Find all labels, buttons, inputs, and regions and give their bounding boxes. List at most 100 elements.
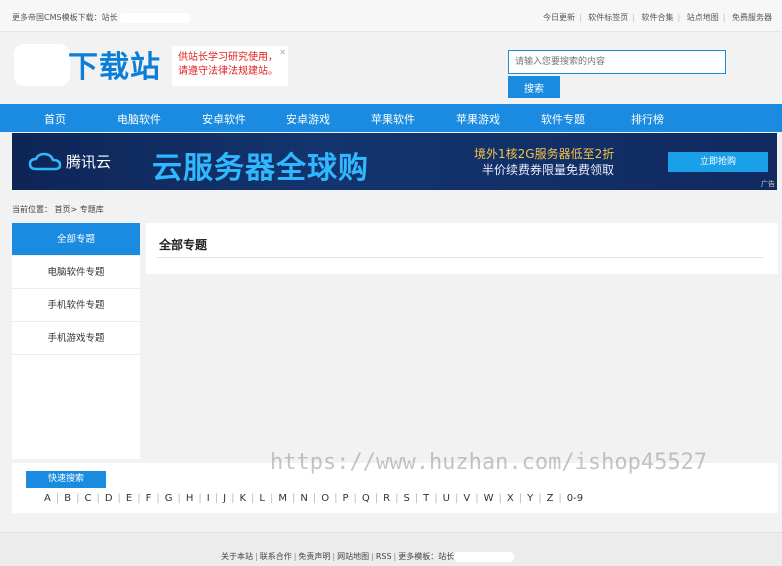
cms-download-link[interactable]: 更多帝国CMS模板下载：站长 — [12, 13, 118, 22]
letter-separator: | — [454, 493, 459, 504]
main-nav: 首页 电脑软件 安卓软件 安卓游戏 苹果软件 苹果游戏 软件专题 排行榜 — [0, 104, 782, 132]
close-icon[interactable]: ✕ — [279, 46, 286, 60]
letter-link[interactable]: I — [207, 493, 210, 504]
letter-separator: | — [538, 493, 542, 504]
letter-separator: | — [353, 493, 357, 504]
letter-separator: | — [214, 493, 219, 504]
ad-banner[interactable]: 腾讯云 云服务器全球购 境外1核2G服务器低至2折 半价续费券限量免费领取 立即… — [12, 133, 777, 190]
letter-link[interactable]: G — [165, 493, 173, 504]
letter-separator: | — [156, 493, 160, 504]
notice-box: ✕ 供站长学习研究使用， 请遵守法律法规建站。 — [172, 46, 288, 86]
letter-separator: | — [137, 493, 141, 504]
logo-blurred-region — [14, 44, 70, 86]
footer-link-about[interactable]: 关于本站 — [221, 552, 253, 561]
letter-link[interactable]: C — [84, 493, 91, 504]
content-panel: 全部专题 — [146, 223, 778, 274]
nav-software-topics[interactable]: 软件专题 — [541, 111, 585, 127]
notice-line-1: 供站长学习研究使用， — [178, 52, 278, 63]
letter-separator: | — [395, 493, 399, 504]
top-bar-links: 今日更新 | 软件标签页 | 软件合集 | 站点地图 | 免费服务器 — [543, 13, 772, 22]
nav-apple-games[interactable]: 苹果游戏 — [456, 111, 500, 127]
divider — [156, 257, 764, 258]
letter-separator: | — [334, 493, 338, 504]
banner-buy-button[interactable]: 立即抢购 — [668, 152, 768, 172]
letter-link[interactable]: U — [443, 493, 450, 504]
nav-home[interactable]: 首页 — [44, 111, 66, 127]
letter-link[interactable]: H — [186, 493, 194, 504]
letter-link[interactable]: E — [126, 493, 132, 504]
top-link-collections[interactable]: 软件合集 — [642, 13, 674, 22]
watermark: https://www.huzhan.com/ishop45527 — [270, 450, 708, 475]
letter-link[interactable]: F — [146, 493, 152, 504]
blurred-region — [119, 12, 190, 23]
letter-link[interactable]: T — [423, 493, 429, 504]
letter-link[interactable]: K — [239, 493, 246, 504]
letter-link[interactable]: A — [44, 493, 51, 504]
letter-link[interactable]: O — [321, 493, 329, 504]
sidebar-item-mobile-software-topics[interactable]: 手机软件专题 — [12, 289, 140, 322]
letter-link[interactable]: Z — [547, 493, 554, 504]
letter-link[interactable]: J — [223, 493, 226, 504]
site-logo[interactable]: 下载站 — [68, 42, 161, 86]
banner-subline-1: 境外1核2G服务器低至2折 — [474, 147, 615, 161]
letter-link[interactable]: Q — [362, 493, 370, 504]
letter-link[interactable]: X — [507, 493, 514, 504]
letter-link[interactable]: W — [484, 493, 494, 504]
letter-link[interactable]: S — [403, 493, 409, 504]
nav-android-software[interactable]: 安卓软件 — [202, 111, 246, 127]
header: 下载站 ✕ 供站长学习研究使用， 请遵守法律法规建站。 搜索 — [0, 32, 782, 104]
letter-separator: | — [251, 493, 255, 504]
footer-link-disclaimer[interactable]: 免责声明 — [298, 552, 330, 561]
blurred-region — [454, 551, 515, 562]
letter-link[interactable]: P — [342, 493, 348, 504]
letter-separator: | — [558, 493, 562, 504]
footer-link-more-templates[interactable]: 更多模板：站长 — [398, 552, 454, 561]
letter-link[interactable]: M — [278, 493, 287, 504]
nav-apple-software[interactable]: 苹果软件 — [371, 111, 415, 127]
letter-separator: | — [374, 493, 379, 504]
sidebar-item-mobile-game-topics[interactable]: 手机游戏专题 — [12, 322, 140, 355]
letter-separator: | — [434, 493, 438, 504]
search-input[interactable] — [508, 50, 726, 74]
letter-link[interactable]: V — [463, 493, 470, 504]
letter-separator: | — [475, 493, 479, 504]
nav-android-games[interactable]: 安卓游戏 — [286, 111, 330, 127]
letter-separator: | — [498, 493, 502, 504]
letter-link[interactable]: R — [383, 493, 390, 504]
letter-link[interactable]: L — [259, 493, 265, 504]
footer-link-rss[interactable]: RSS — [376, 552, 392, 561]
letter-separator: | — [96, 493, 100, 504]
letter-separator: | — [312, 493, 317, 504]
letter-index: A | B | C | D | E | F | G | H | I | J | K | L | M | N | O | P | Q | R | S | T |… — [44, 493, 583, 504]
letter-separator: | — [414, 493, 419, 504]
sidebar-item-all-topics[interactable]: 全部专题 — [12, 223, 140, 256]
topic-sidebar: 全部专题 电脑软件专题 手机软件专题 手机游戏专题 — [12, 223, 140, 459]
sidebar-item-pc-topics[interactable]: 电脑软件专题 — [12, 256, 140, 289]
footer-link-sitemap[interactable]: 网站地图 — [337, 552, 369, 561]
letter-separator: | — [291, 493, 296, 504]
letter-separator: | — [198, 493, 202, 504]
top-link-tags[interactable]: 软件标签页 — [588, 13, 628, 22]
cloud-icon — [28, 152, 62, 171]
letter-separator: | — [117, 493, 121, 504]
notice-line-2: 请遵守法律法规建站。 — [178, 66, 278, 77]
letter-separator: | — [231, 493, 235, 504]
letter-link[interactable]: B — [64, 493, 71, 504]
footer-link-contact[interactable]: 联系合作 — [260, 552, 292, 561]
quick-search-title: 快速搜索 — [26, 471, 106, 488]
nav-rankings[interactable]: 排行榜 — [631, 111, 664, 127]
footer: 关于本站 | 联系合作 | 免责声明 | 网站地图 | RSS | 更多模板：站长 — [0, 532, 782, 566]
breadcrumb-sep: > — [70, 205, 78, 214]
top-link-today-update[interactable]: 今日更新 — [543, 13, 575, 22]
search-button[interactable]: 搜索 — [508, 76, 560, 98]
top-link-free-server[interactable]: 免费服务器 — [732, 13, 772, 22]
letter-link[interactable]: 0-9 — [567, 493, 583, 504]
breadcrumb-home[interactable]: 首页 — [55, 205, 71, 214]
letter-link[interactable]: Y — [527, 493, 533, 504]
letter-link[interactable]: N — [300, 493, 307, 504]
letter-separator: | — [518, 493, 523, 504]
top-link-sitemap[interactable]: 站点地图 — [687, 13, 719, 22]
banner-headline: 云服务器全球购 — [152, 151, 369, 186]
letter-link[interactable]: D — [105, 493, 113, 504]
nav-pc-software[interactable]: 电脑软件 — [117, 111, 161, 127]
